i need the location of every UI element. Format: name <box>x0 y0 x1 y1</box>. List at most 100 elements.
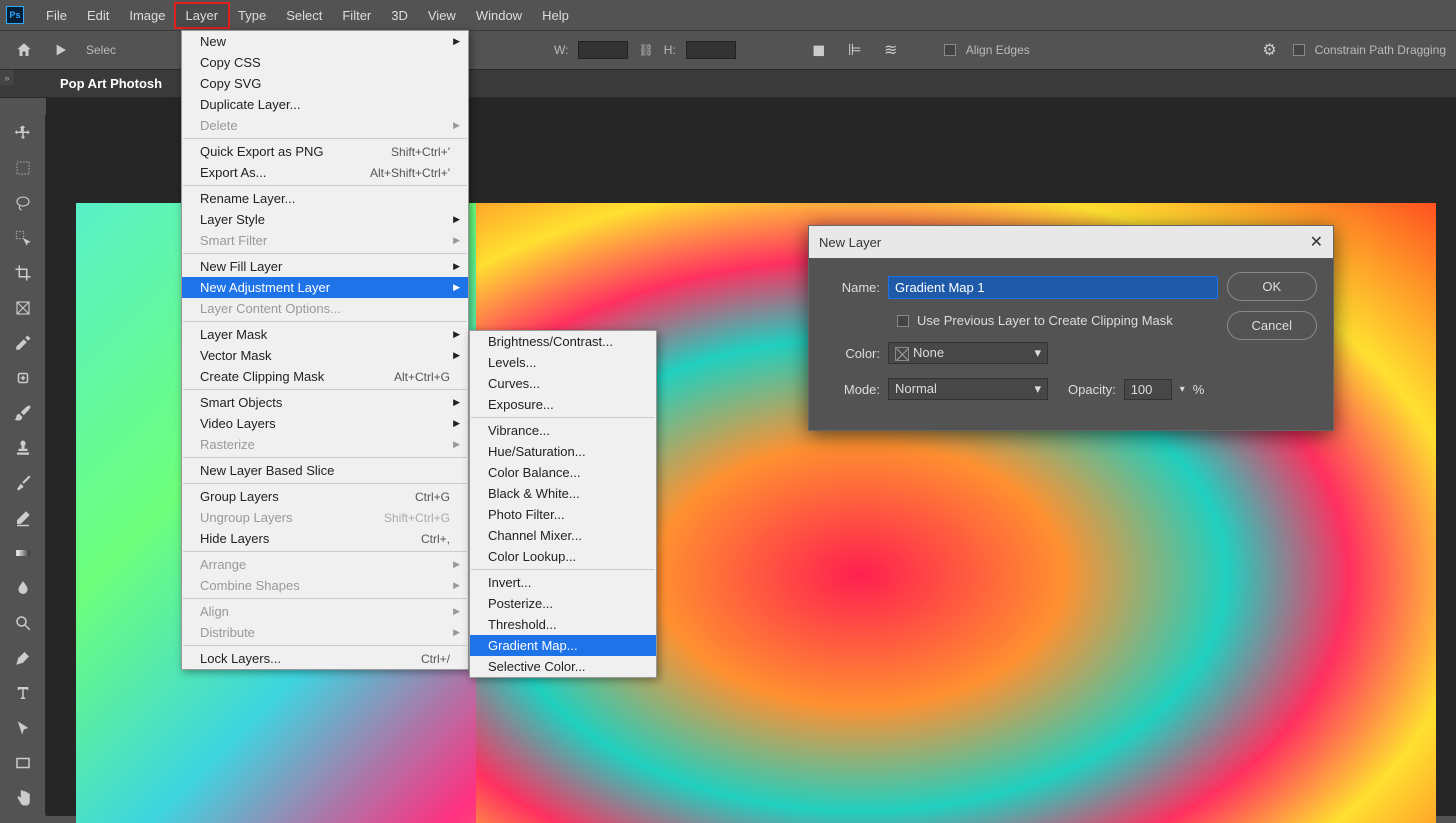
adjust-menu-black-white[interactable]: Black & White... <box>470 483 656 504</box>
name-input[interactable] <box>888 276 1218 299</box>
hand-tool-icon[interactable] <box>0 780 46 815</box>
layer-menu-video-layers[interactable]: Video Layers <box>182 413 468 434</box>
layer-menu-hide-layers[interactable]: Hide LayersCtrl+, <box>182 528 468 549</box>
color-select[interactable]: None ▾ <box>888 342 1048 364</box>
adjust-menu-gradient-map[interactable]: Gradient Map... <box>470 635 656 656</box>
document-tab[interactable]: Pop Art Photosh <box>50 76 172 91</box>
arrange-icon[interactable]: ≋ <box>878 37 904 63</box>
menu-help[interactable]: Help <box>532 4 579 27</box>
lasso-tool-icon[interactable] <box>0 185 46 220</box>
blur-tool-icon[interactable] <box>0 570 46 605</box>
constrain-checkbox[interactable] <box>1293 44 1305 56</box>
gear-icon[interactable]: ⚙ <box>1257 37 1283 63</box>
menu-window[interactable]: Window <box>466 4 532 27</box>
layer-menu-duplicate-layer[interactable]: Duplicate Layer... <box>182 94 468 115</box>
layer-menu-smart-objects[interactable]: Smart Objects <box>182 392 468 413</box>
align-icon[interactable]: ⊫ <box>842 37 868 63</box>
ok-button[interactable]: OK <box>1227 272 1317 301</box>
opacity-input[interactable] <box>1124 379 1172 400</box>
layer-menu-copy-svg[interactable]: Copy SVG <box>182 73 468 94</box>
history-brush-tool-icon[interactable] <box>0 465 46 500</box>
layer-menu-quick-export-as-png[interactable]: Quick Export as PNGShift+Ctrl+' <box>182 141 468 162</box>
adjust-menu-levels[interactable]: Levels... <box>470 352 656 373</box>
adjust-menu-hue-saturation[interactable]: Hue/Saturation... <box>470 441 656 462</box>
close-icon[interactable]: ✕ <box>1310 232 1323 252</box>
adjust-menu-color-lookup[interactable]: Color Lookup... <box>470 546 656 567</box>
eyedropper-tool-icon[interactable] <box>0 325 46 360</box>
rectangle-tool-icon[interactable] <box>0 745 46 780</box>
align-edges-checkbox[interactable] <box>944 44 956 56</box>
menu-edit[interactable]: Edit <box>77 4 119 27</box>
link-icon[interactable]: ⛓ <box>638 43 653 57</box>
menu-file[interactable]: File <box>36 4 77 27</box>
type-tool-icon[interactable] <box>0 675 46 710</box>
dialog-titlebar[interactable]: New Layer ✕ <box>809 226 1333 258</box>
layer-menu-rename-layer[interactable]: Rename Layer... <box>182 188 468 209</box>
menu-filter[interactable]: Filter <box>332 4 381 27</box>
menu-view[interactable]: View <box>418 4 466 27</box>
frame-tool-icon[interactable] <box>0 290 46 325</box>
opacity-unit: % <box>1193 382 1205 397</box>
select-label: Selec <box>86 43 116 57</box>
home-icon[interactable] <box>10 36 38 64</box>
menu-item-label: Video Layers <box>200 416 276 431</box>
gradient-tool-icon[interactable] <box>0 535 46 570</box>
sidebar-expand-icon[interactable]: » <box>0 70 14 85</box>
name-label: Name: <box>825 280 880 295</box>
path-select-tool-icon[interactable] <box>0 710 46 745</box>
path-ops-icon[interactable]: ◼ <box>806 37 832 63</box>
dodge-tool-icon[interactable] <box>0 605 46 640</box>
layer-menu-new-fill-layer[interactable]: New Fill Layer <box>182 256 468 277</box>
tool-preset-icon[interactable] <box>48 36 76 64</box>
width-input[interactable] <box>578 41 628 59</box>
marquee-tool-icon[interactable] <box>0 150 46 185</box>
layer-menu-layer-style[interactable]: Layer Style <box>182 209 468 230</box>
brush-tool-icon[interactable] <box>0 395 46 430</box>
menu-item-label: Channel Mixer... <box>488 528 582 543</box>
layer-menu-new-adjustment-layer[interactable]: New Adjustment Layer <box>182 277 468 298</box>
adjust-menu-brightness-contrast[interactable]: Brightness/Contrast... <box>470 331 656 352</box>
adjust-menu-channel-mixer[interactable]: Channel Mixer... <box>470 525 656 546</box>
healing-tool-icon[interactable] <box>0 360 46 395</box>
layer-menu-vector-mask[interactable]: Vector Mask <box>182 345 468 366</box>
cancel-button[interactable]: Cancel <box>1227 311 1317 340</box>
mode-select[interactable]: Normal ▾ <box>888 378 1048 400</box>
adjust-menu-selective-color[interactable]: Selective Color... <box>470 656 656 677</box>
menu-3d[interactable]: 3D <box>381 4 418 27</box>
move-tool-icon[interactable] <box>0 115 46 150</box>
layer-menu-new[interactable]: New <box>182 31 468 52</box>
height-label: H: <box>664 43 676 57</box>
clipping-mask-checkbox[interactable] <box>897 315 909 327</box>
menu-item-label: Quick Export as PNG <box>200 144 324 159</box>
menu-item-label: Levels... <box>488 355 536 370</box>
menu-image[interactable]: Image <box>119 4 175 27</box>
quick-select-tool-icon[interactable] <box>0 220 46 255</box>
new-layer-dialog: New Layer ✕ Name: Use Previous Layer to … <box>808 225 1334 431</box>
adjust-menu-exposure[interactable]: Exposure... <box>470 394 656 415</box>
layer-menu-group-layers[interactable]: Group LayersCtrl+G <box>182 486 468 507</box>
layer-menu-create-clipping-mask[interactable]: Create Clipping MaskAlt+Ctrl+G <box>182 366 468 387</box>
eraser-tool-icon[interactable] <box>0 500 46 535</box>
stamp-tool-icon[interactable] <box>0 430 46 465</box>
layer-menu-layer-mask[interactable]: Layer Mask <box>182 324 468 345</box>
layer-menu-lock-layers[interactable]: Lock Layers...Ctrl+/ <box>182 648 468 669</box>
adjust-menu-photo-filter[interactable]: Photo Filter... <box>470 504 656 525</box>
height-input[interactable] <box>686 41 736 59</box>
adjust-menu-curves[interactable]: Curves... <box>470 373 656 394</box>
opacity-stepper-icon[interactable]: ▾ <box>1180 384 1185 395</box>
adjust-menu-posterize[interactable]: Posterize... <box>470 593 656 614</box>
menu-layer[interactable]: Layer <box>176 4 229 27</box>
menu-item-label: Layer Style <box>200 212 265 227</box>
menu-select[interactable]: Select <box>276 4 332 27</box>
adjust-menu-vibrance[interactable]: Vibrance... <box>470 420 656 441</box>
layer-menu-export-as[interactable]: Export As...Alt+Shift+Ctrl+' <box>182 162 468 183</box>
crop-tool-icon[interactable] <box>0 255 46 290</box>
adjust-menu-invert[interactable]: Invert... <box>470 572 656 593</box>
pen-tool-icon[interactable] <box>0 640 46 675</box>
layer-menu-new-layer-based-slice[interactable]: New Layer Based Slice <box>182 460 468 481</box>
adjust-menu-color-balance[interactable]: Color Balance... <box>470 462 656 483</box>
adjust-menu-threshold[interactable]: Threshold... <box>470 614 656 635</box>
layer-menu-delete: Delete <box>182 115 468 136</box>
layer-menu-copy-css[interactable]: Copy CSS <box>182 52 468 73</box>
menu-type[interactable]: Type <box>228 4 276 27</box>
